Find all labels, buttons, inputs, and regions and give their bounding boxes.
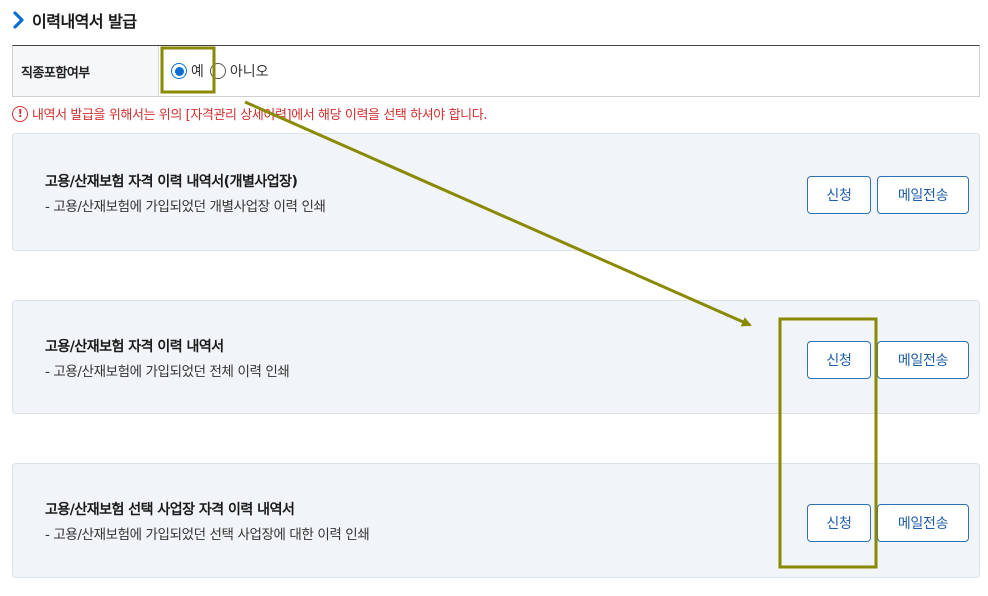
radio-yes-indicator[interactable]: [171, 63, 187, 79]
apply-button[interactable]: 신청: [807, 504, 871, 542]
card-full-history: 고용/산재보험 자격 이력 내역서 - 고용/산재보험에 가입되었던 전체 이력…: [12, 300, 980, 414]
card-title: 고용/산재보험 자격 이력 내역서(개별사업장): [45, 174, 298, 190]
chevron-right-icon: [13, 11, 24, 29]
apply-button[interactable]: 신청: [807, 341, 871, 379]
card-description: - 고용/산재보험에 가입되었던 전체 이력 인쇄: [45, 364, 290, 380]
apply-button[interactable]: 신청: [807, 176, 871, 214]
card-description: - 고용/산재보험에 가입되었던 개별사업장 이력 인쇄: [45, 199, 326, 215]
send-email-button[interactable]: 메일전송: [877, 176, 969, 214]
page-title: 이력내역서 발급: [32, 12, 137, 31]
job-type-radio-group: 예 아니오: [159, 46, 275, 96]
card-individual-workplace: 고용/산재보험 자격 이력 내역서(개별사업장) - 고용/산재보험에 가입되었…: [12, 133, 980, 251]
send-email-button[interactable]: 메일전송: [877, 341, 969, 379]
send-email-button[interactable]: 메일전송: [877, 504, 969, 542]
job-type-option-row: 직종포함여부 예 아니오: [12, 45, 980, 97]
notice-text: 내역서 발급을 위해서는 위의 [자격관리 상세이력]에서 해당 이력을 선택 …: [32, 108, 487, 123]
card-title: 고용/산재보험 자격 이력 내역서: [45, 339, 224, 355]
card-selected-workplace: 고용/산재보험 선택 사업장 자격 이력 내역서 - 고용/산재보험에 가입되었…: [12, 463, 980, 578]
radio-no-label: 아니오: [229, 64, 269, 80]
section-header: 이력내역서 발급: [12, 8, 137, 32]
card-description: - 고용/산재보험에 가입되었던 선택 사업장에 대한 이력 인쇄: [45, 527, 370, 543]
exclamation-circle-icon: !: [12, 105, 28, 122]
notice-message: ! 내역서 발급을 위해서는 위의 [자격관리 상세이력]에서 해당 이력을 선…: [12, 104, 487, 123]
radio-no[interactable]: 아니오: [209, 61, 269, 81]
job-type-label: 직종포함여부: [13, 46, 159, 96]
radio-no-indicator[interactable]: [209, 63, 226, 79]
card-title: 고용/산재보험 선택 사업장 자격 이력 내역서: [45, 502, 295, 518]
radio-yes[interactable]: 예: [171, 61, 204, 81]
radio-yes-label: 예: [191, 64, 204, 80]
